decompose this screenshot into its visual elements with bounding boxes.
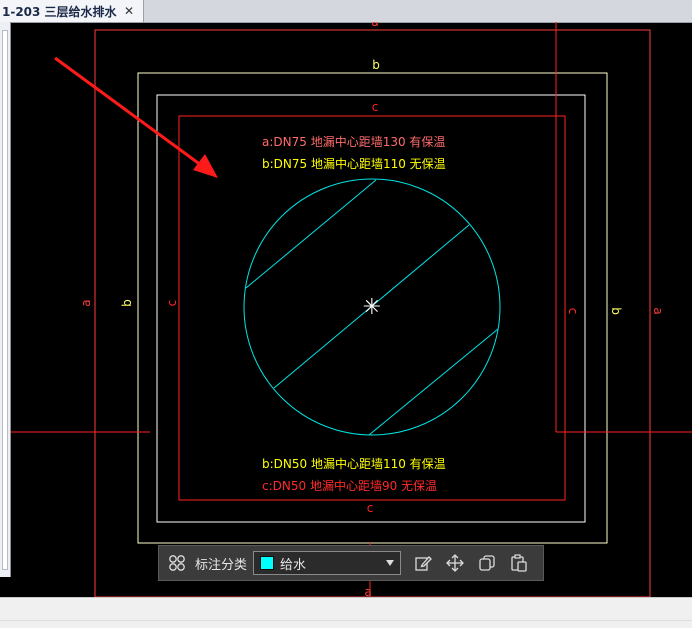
close-icon[interactable]: ✕ <box>120 4 138 18</box>
note-a-dn75: a:DN75 地漏中心距墙130 有保温 <box>262 134 445 149</box>
note-c-dn50: c:DN50 地漏中心距墙90 无保温 <box>262 478 437 493</box>
label-left-b: b <box>120 299 134 307</box>
label-right-b: b <box>609 307 623 315</box>
copy-icon[interactable] <box>477 553 497 573</box>
select-value: 给水 <box>280 557 307 573</box>
drawing-tab[interactable]: 1-203 三层给水排水 ✕ <box>0 0 144 22</box>
annotation-toolbar: 标注分类 给水 <box>158 545 544 581</box>
color-swatch <box>260 556 275 570</box>
tab-bar: 1-203 三层给水排水 ✕ <box>0 0 692 23</box>
status-bar <box>0 597 692 628</box>
edit-icon[interactable] <box>413 553 433 573</box>
arrow-shaft <box>54 56 206 170</box>
paste-icon[interactable] <box>509 553 529 573</box>
grid-icon[interactable] <box>167 553 187 573</box>
note-b-dn75: b:DN75 地漏中心距墙110 无保温 <box>262 156 446 171</box>
classification-label: 标注分类 <box>195 557 248 573</box>
note-b-dn50: b:DN50 地漏中心距墙110 有保温 <box>262 456 446 471</box>
chevron-down-icon <box>386 560 395 566</box>
label-left-c: c <box>165 300 179 307</box>
label-bottom-a: a <box>364 585 371 597</box>
cad-canvas[interactable]: ✳ a b c a b c c b a c a a:DN75 地漏中心距墙130… <box>0 22 692 597</box>
label-bottom-c: c <box>367 501 374 515</box>
tab-title: 1-203 三层给水排水 <box>2 4 117 19</box>
label-right-a: a <box>651 307 665 314</box>
label-top-a: a <box>371 22 378 29</box>
label-top-b: b <box>372 58 380 72</box>
label-top-c: c <box>372 100 379 114</box>
status-divider <box>0 620 692 621</box>
arrow-head <box>193 154 218 178</box>
center-mark-icon: ✳ <box>363 295 381 320</box>
label-left-a: a <box>79 299 93 306</box>
classification-select[interactable]: 给水 <box>253 551 402 575</box>
hatch-line-1 <box>245 179 377 289</box>
move-icon[interactable] <box>445 553 465 573</box>
label-right-c: c <box>566 308 580 315</box>
